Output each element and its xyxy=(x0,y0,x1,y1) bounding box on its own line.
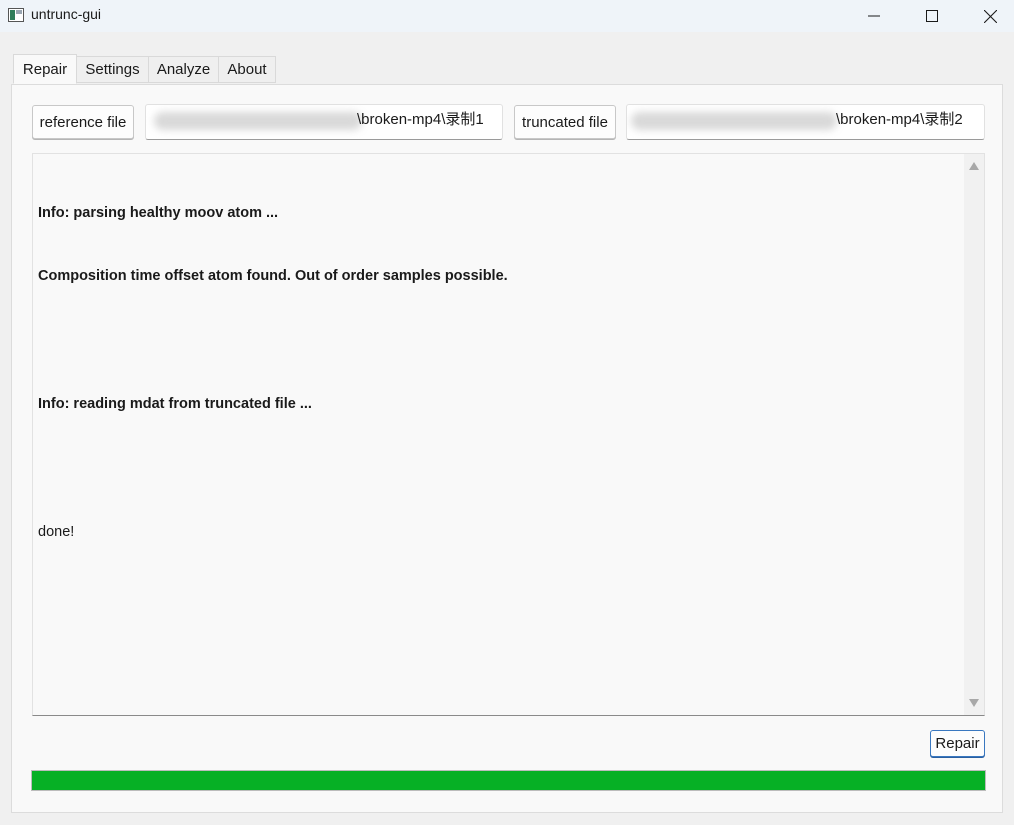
close-icon xyxy=(983,9,997,23)
reference-file-button[interactable]: reference file xyxy=(32,105,134,139)
scroll-up-arrow-icon[interactable] xyxy=(969,162,979,170)
truncated-file-path: \broken-mp4\录制2 xyxy=(836,111,963,128)
log-line: Info: parsing healthy moov atom ... xyxy=(38,204,279,221)
tab-analyze[interactable]: Analyze xyxy=(148,56,219,83)
repair-progress-bar xyxy=(31,770,986,791)
log-line: Info: reading mdat from truncated file .… xyxy=(38,396,312,413)
log-line: Composition time offset atom found. Out … xyxy=(38,268,508,285)
truncated-file-button[interactable]: truncated file xyxy=(514,105,616,139)
truncated-file-input[interactable]: \broken-mp4\录制2 xyxy=(626,104,985,140)
log-line: ​ xyxy=(38,330,508,351)
reference-file-input[interactable]: \broken-mp4\录制1 xyxy=(145,104,503,140)
scroll-down-arrow-icon[interactable] xyxy=(969,699,979,707)
log-line: ​ xyxy=(38,458,508,479)
title-bar[interactable]: untrunc-gui xyxy=(0,0,1014,32)
app-window-icon xyxy=(8,8,24,22)
log-output[interactable]: Info: parsing healthy moov atom ... Comp… xyxy=(32,153,985,716)
tab-repair[interactable]: Repair xyxy=(13,54,77,84)
maximize-icon xyxy=(926,10,938,22)
reference-file-path: \broken-mp4\录制1 xyxy=(357,111,484,128)
log-line: done! xyxy=(38,524,75,541)
minimize-button[interactable] xyxy=(851,0,897,32)
maximize-button[interactable] xyxy=(909,0,955,32)
app-window: untrunc-gui Repair Settings Analyze Abou… xyxy=(0,0,1014,825)
close-button[interactable] xyxy=(967,0,1013,32)
repair-button[interactable]: Repair xyxy=(930,730,985,757)
log-scrollbar[interactable] xyxy=(964,154,984,715)
progress-fill xyxy=(32,771,985,790)
log-text: Info: parsing healthy moov atom ... Comp… xyxy=(38,160,508,586)
tab-about[interactable]: About xyxy=(218,56,276,83)
tab-settings[interactable]: Settings xyxy=(76,56,149,83)
window-title: untrunc-gui xyxy=(31,6,102,22)
redacted-path xyxy=(631,112,837,130)
redacted-path xyxy=(154,112,362,130)
minimize-icon xyxy=(868,15,880,17)
